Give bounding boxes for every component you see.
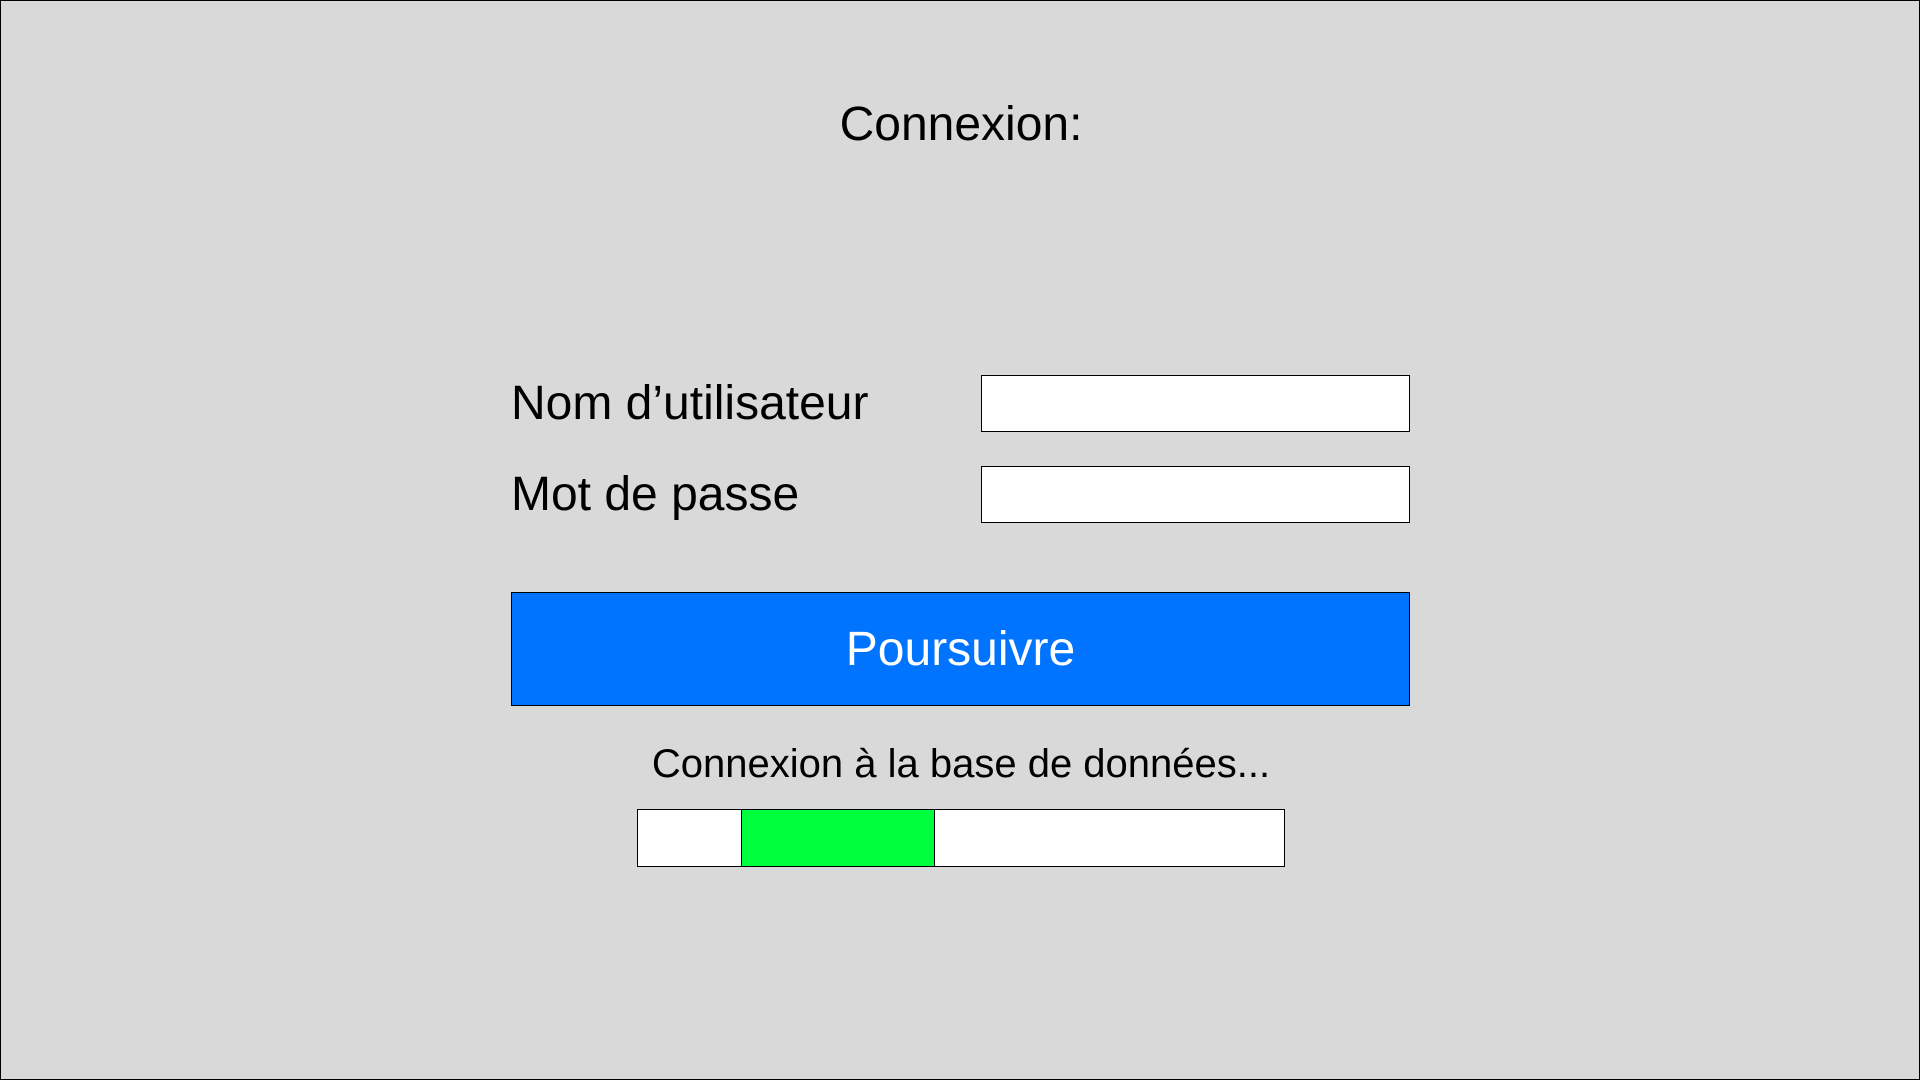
username-input[interactable] (981, 375, 1410, 432)
password-input[interactable] (981, 466, 1410, 523)
continue-button[interactable]: Poursuivre (511, 592, 1410, 706)
password-label: Mot de passe (511, 468, 800, 521)
login-screen: Connexion: Nom d’utilisateur Mot de pass… (0, 0, 1920, 1080)
status-message: Connexion à la base de données... (651, 742, 1271, 786)
page-title: Connexion: (839, 98, 1083, 151)
username-label: Nom d’utilisateur (511, 377, 869, 430)
progress-bar (637, 809, 1285, 867)
progress-bar-fill (741, 809, 935, 867)
